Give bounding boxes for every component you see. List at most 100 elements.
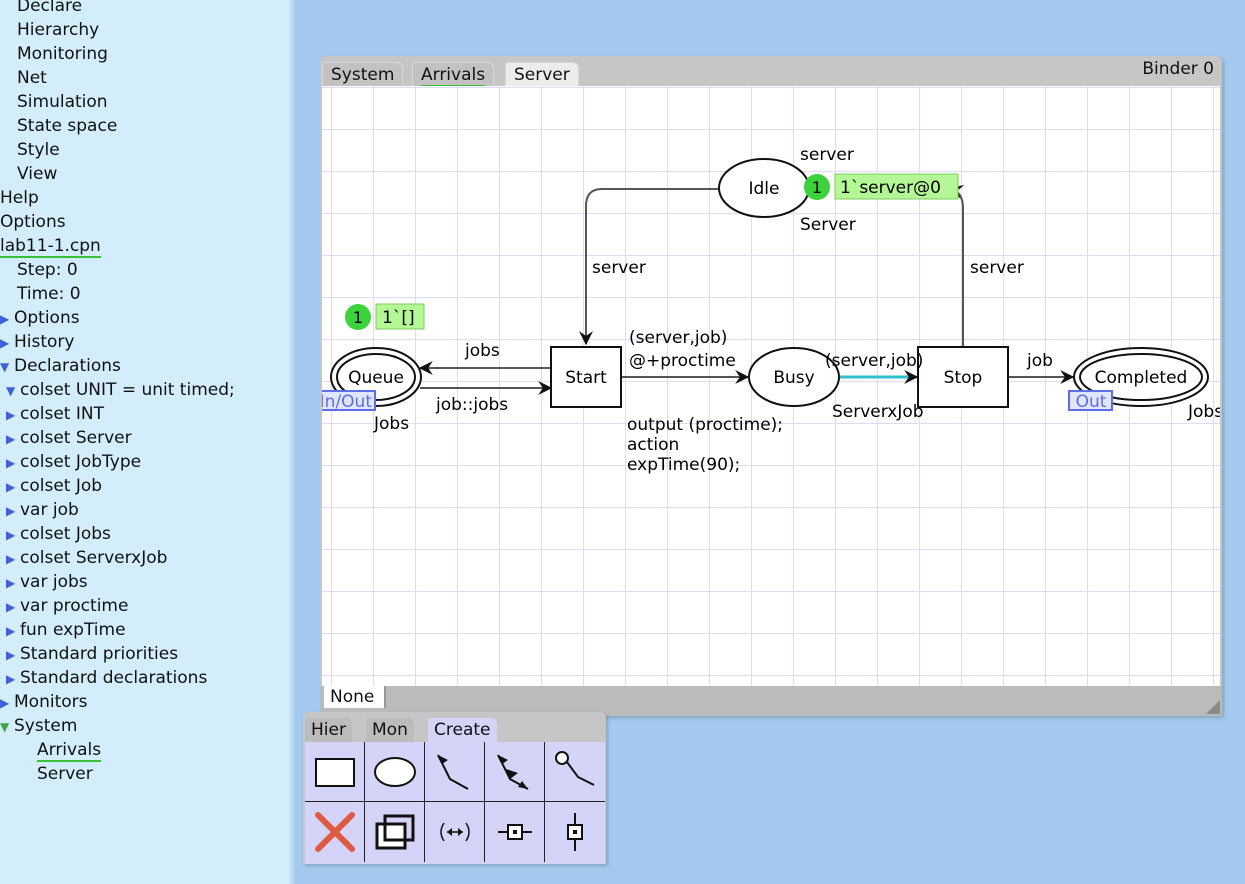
arc-busy-stop-inscription: (server,job) — [825, 351, 923, 371]
index-item[interactable]: Simulation — [17, 90, 108, 114]
index-item[interactable]: Arrivals — [37, 738, 102, 762]
index-item[interactable]: ▶ Monitors — [0, 690, 87, 714]
index-item-label: colset INT — [20, 404, 104, 424]
expand-triangle-icon[interactable]: ▶ — [6, 595, 18, 619]
index-item[interactable]: ▶ Options — [0, 306, 80, 330]
delete-icon — [314, 812, 355, 852]
place-completed-name: Completed — [1095, 368, 1188, 388]
index-item[interactable]: ▶ var job — [6, 498, 79, 522]
arc-idle-start-inscription: server — [592, 258, 646, 278]
index-item[interactable]: ▶ var jobs — [6, 570, 88, 594]
index-item[interactable]: ▶ History — [0, 330, 74, 354]
index-item-label: lab11-1.cpn — [0, 236, 101, 258]
idle-marking[interactable]: 1 1`server@0 — [804, 173, 959, 200]
tab-none[interactable]: None — [324, 686, 387, 708]
index-item[interactable]: ▶ colset Jobs — [6, 522, 111, 546]
index-item-label: View — [17, 164, 58, 184]
transition-start-name: Start — [565, 368, 607, 388]
index-item[interactable]: ▶ Standard priorities — [6, 642, 178, 666]
tab-arrivals[interactable]: Arrivals — [412, 62, 495, 87]
clone-tool[interactable] — [365, 802, 425, 862]
index-item[interactable]: ▶ colset INT — [6, 402, 104, 426]
palette-tab-create[interactable]: Create — [428, 718, 497, 742]
index-item[interactable]: ▶ fun expTime — [6, 618, 126, 642]
tab-server[interactable]: Server — [505, 62, 579, 87]
toggle-arc-direction-tool[interactable] — [425, 802, 485, 862]
palette-tab-mon[interactable]: Mon — [366, 718, 414, 742]
queue-token-count: 1 — [353, 308, 363, 327]
index-item[interactable]: Hierarchy — [17, 18, 99, 42]
binder-window: System Arrivals Server Binder 0 Idle Que… — [320, 56, 1222, 716]
expand-triangle-icon[interactable]: ▶ — [6, 667, 18, 691]
resize-handle[interactable] — [1206, 700, 1220, 714]
collapse-triangle-icon[interactable]: ▼ — [0, 355, 12, 379]
expand-triangle-icon[interactable]: ▶ — [6, 427, 18, 451]
arc-stop-idle-inscription: server — [970, 258, 1024, 278]
index-item[interactable]: lab11-1.cpn — [0, 234, 101, 258]
tab-system[interactable]: System — [322, 62, 404, 87]
expand-triangle-icon[interactable]: ▶ — [6, 571, 18, 595]
index-item[interactable]: ▶ colset JobType — [6, 450, 141, 474]
index-item-label: Options — [0, 212, 66, 232]
index-item[interactable]: Time: 0 — [17, 282, 81, 306]
index-item[interactable]: ▶ var proctime — [6, 594, 128, 618]
fusion-port-tool[interactable] — [485, 802, 545, 862]
index-item[interactable]: Monitoring — [17, 42, 108, 66]
expand-triangle-icon[interactable]: ▶ — [0, 307, 12, 331]
binder-title: Binder 0 — [1142, 59, 1214, 79]
expand-triangle-icon[interactable]: ▶ — [0, 331, 12, 355]
arc-start-busy-inscription-2: @+proctime — [629, 351, 736, 371]
index-item[interactable]: ▶ colset Job — [6, 474, 102, 498]
arc-queue-start-inscription: job::jobs — [435, 395, 508, 415]
index-item[interactable]: Step: 0 — [17, 258, 78, 282]
reset-arc-tool[interactable] — [545, 742, 605, 802]
index-item[interactable]: Declare — [17, 0, 82, 18]
busy-colset: ServerxJob — [832, 402, 924, 422]
arc-start-queue-inscription: jobs — [464, 341, 500, 361]
index-item[interactable]: Style — [17, 138, 60, 162]
transition-tool[interactable] — [305, 742, 365, 802]
expand-triangle-icon[interactable]: ▶ — [6, 547, 18, 571]
expand-triangle-icon[interactable]: ▶ — [6, 523, 18, 547]
expand-triangle-icon[interactable]: ▶ — [6, 619, 18, 643]
delete-tool[interactable] — [305, 802, 365, 862]
index-item-label: colset UNIT = unit timed; — [20, 380, 235, 400]
place-tool[interactable] — [365, 742, 425, 802]
index-item[interactable]: ▶ Standard declarations — [6, 666, 207, 690]
expand-triangle-icon[interactable]: ▶ — [6, 643, 18, 667]
tool-grid — [305, 742, 605, 864]
substitution-tool[interactable] — [545, 802, 605, 862]
index-item-label: Options — [14, 308, 80, 328]
index-item[interactable]: ▶ colset ServerxJob — [6, 546, 167, 570]
collapse-triangle-icon[interactable]: ▼ — [6, 379, 18, 403]
index-item[interactable]: ▼ System — [0, 714, 77, 738]
net-diagram: Idle Queue Busy Completed Start Stop ser… — [322, 145, 1220, 475]
index-item[interactable]: Options — [0, 210, 66, 234]
index-item[interactable]: ▼ Declarations — [0, 354, 121, 378]
expand-triangle-icon[interactable]: ▶ — [0, 691, 12, 715]
index-item-label: colset Job — [20, 476, 103, 496]
net-canvas[interactable]: Idle Queue Busy Completed Start Stop ser… — [322, 86, 1220, 686]
queue-marking[interactable]: 1 1`[] — [345, 303, 425, 330]
arc-tool[interactable] — [425, 742, 485, 802]
palette-tab-hier[interactable]: Hier — [305, 718, 352, 742]
double-arc-tool[interactable] — [485, 742, 545, 802]
index-item-label: Hierarchy — [17, 20, 100, 40]
expand-triangle-icon[interactable]: ▶ — [6, 475, 18, 499]
arc-stop-idle[interactable] — [948, 185, 965, 346]
arc-tool-icon — [436, 754, 468, 790]
collapse-triangle-icon[interactable]: ▼ — [0, 715, 12, 739]
expand-triangle-icon[interactable]: ▶ — [6, 451, 18, 475]
index-item-label: Declarations — [14, 356, 121, 376]
idle-colset-top: server — [800, 145, 854, 165]
expand-triangle-icon[interactable]: ▶ — [6, 403, 18, 427]
index-item[interactable]: View — [17, 162, 57, 186]
index-item[interactable]: Help — [0, 186, 39, 210]
index-item-label: var proctime — [20, 596, 129, 616]
index-item[interactable]: Net — [17, 66, 47, 90]
index-item[interactable]: ▶ colset Server — [6, 426, 132, 450]
index-item[interactable]: ▼ colset UNIT = unit timed; — [6, 378, 235, 402]
index-item[interactable]: Server — [37, 762, 93, 786]
expand-triangle-icon[interactable]: ▶ — [6, 499, 18, 523]
index-item[interactable]: State space — [17, 114, 117, 138]
